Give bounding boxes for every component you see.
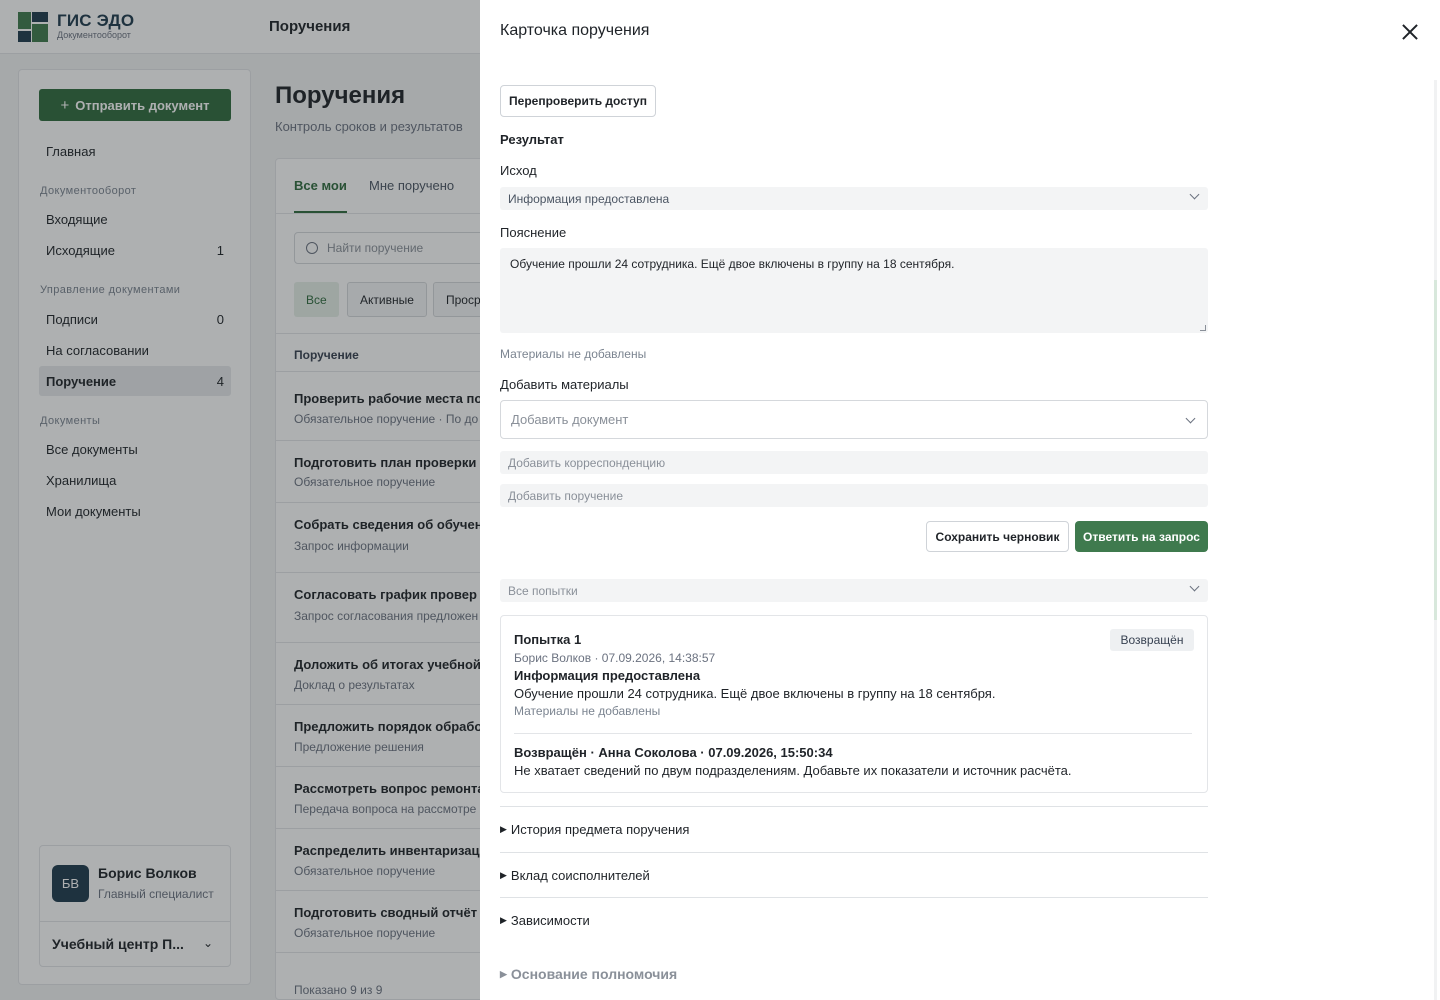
return-header: Возвращён · Анна Соколова · 07.09.2026, … <box>514 745 833 760</box>
section-label: Зависимости <box>510 913 590 928</box>
outcome-label: Исход <box>500 163 537 178</box>
close-icon[interactable] <box>1399 21 1421 43</box>
drawer-title: Карточка поручения <box>500 22 650 39</box>
attempt-card: Попытка 1 Возвращён Борис Волков · 07.09… <box>500 615 1208 793</box>
expand-triangle-icon: ▶ <box>500 824 507 834</box>
status-badge: Возвращён <box>1110 629 1194 651</box>
chevron-down-icon <box>1185 413 1196 424</box>
reply-button[interactable]: Ответить на запрос <box>1075 521 1208 552</box>
attempts-filter-value: Все попытки <box>508 583 578 598</box>
attempts-filter-select[interactable]: Все попытки <box>500 579 1208 602</box>
attempt-outcome: Информация предоставлена <box>514 668 701 683</box>
recheck-access-button[interactable]: Перепроверить доступ <box>500 85 656 117</box>
section-label: Основание полномочия <box>510 966 678 982</box>
divider <box>500 806 1208 807</box>
modal-backdrop[interactable] <box>0 0 480 1000</box>
chevron-down-icon <box>1189 581 1200 592</box>
add-correspondence-input[interactable]: Добавить корреспонденцию <box>500 451 1208 474</box>
result-heading: Результат <box>500 132 564 147</box>
attempt-meta: Борис Волков · 07.09.2026, 14:38:57 <box>514 651 716 665</box>
attempt-title: Попытка 1 <box>514 632 582 647</box>
divider <box>500 852 1208 853</box>
assignment-card-drawer: Карточка поручения Перепроверить доступ … <box>480 0 1440 1000</box>
attempt-materials: Материалы не добавлены <box>514 704 661 718</box>
explanation-label: Пояснение <box>500 225 567 240</box>
expand-triangle-icon: ▶ <box>500 915 507 925</box>
section-authority-basis[interactable]: ▶ Основание полномочия <box>500 966 677 982</box>
scrollbar-thumb[interactable] <box>1434 280 1437 620</box>
add-assignment-input[interactable]: Добавить поручение <box>500 484 1208 507</box>
outcome-select[interactable]: Информация предоставлена <box>500 187 1208 210</box>
save-draft-button[interactable]: Сохранить черновик <box>926 521 1069 552</box>
outcome-value: Информация предоставлена <box>508 191 670 206</box>
add-document-select[interactable]: Добавить документ <box>500 400 1208 439</box>
no-materials-text: Материалы не добавлены <box>500 347 647 361</box>
section-label: Вклад соисполнителей <box>510 868 650 883</box>
expand-triangle-icon: ▶ <box>500 968 507 979</box>
section-dependencies[interactable]: ▶ Зависимости <box>500 913 590 928</box>
chevron-down-icon <box>1189 189 1200 200</box>
return-comment: Не хватает сведений по двум подразделени… <box>514 763 1072 778</box>
explanation-textarea[interactable]: Обучение прошли 24 сотрудника. Ещё двое … <box>500 248 1208 333</box>
divider <box>500 897 1208 898</box>
expand-triangle-icon: ▶ <box>500 870 507 880</box>
divider <box>514 733 1192 734</box>
add-materials-label: Добавить материалы <box>500 377 629 392</box>
attempt-text: Обучение прошли 24 сотрудника. Ещё двое … <box>514 686 996 701</box>
explanation-value: Обучение прошли 24 сотрудника. Ещё двое … <box>510 257 955 271</box>
section-subject-history[interactable]: ▶ История предмета поручения <box>500 822 689 837</box>
section-label: История предмета поручения <box>510 822 690 837</box>
section-coexecutors[interactable]: ▶ Вклад соисполнителей <box>500 868 650 883</box>
resize-handle-icon[interactable] <box>1200 325 1206 331</box>
add-document-placeholder: Добавить документ <box>511 412 629 427</box>
